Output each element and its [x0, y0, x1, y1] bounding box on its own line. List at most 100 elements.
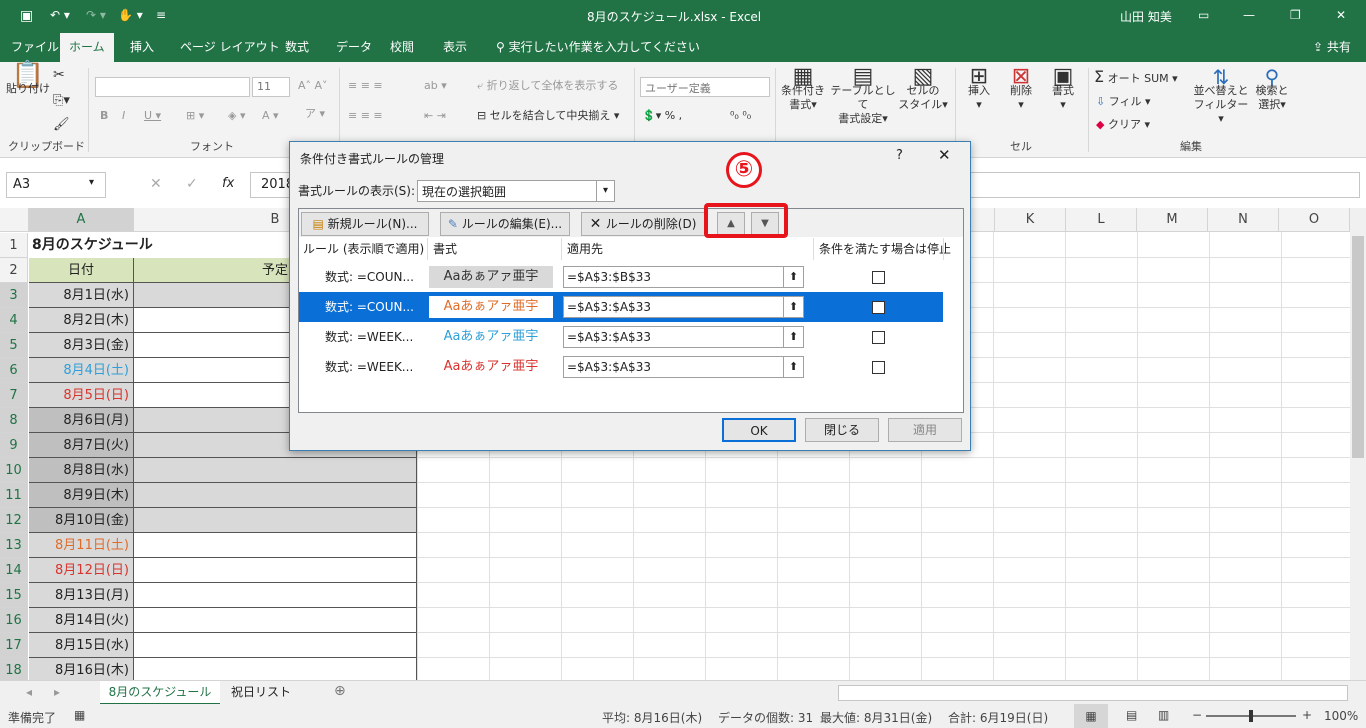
indent-icons[interactable]: ⇤ ⇥: [424, 109, 446, 123]
collapse-dialog-icon[interactable]: ⬆: [783, 357, 803, 377]
decimal-icons[interactable]: ⁰₀ ⁰₀: [730, 109, 751, 123]
date-cell[interactable]: 8月8日(水): [29, 458, 134, 483]
scroll-tabs-right-icon[interactable]: ▸: [54, 685, 60, 699]
orientation-icon[interactable]: ab ▾: [424, 79, 447, 93]
tell-me-search[interactable]: ⚲ 実行したい作業を入力してください: [487, 33, 709, 62]
fill-color-icon[interactable]: ◈ ▾: [228, 109, 245, 123]
format-painter-icon[interactable]: 🖌: [53, 118, 70, 132]
rule-row-2-selected[interactable]: 数式: =COUN... Aaあぁアァ亜宇 =$A$3:$A$33 ⬆: [299, 292, 943, 322]
zoom-slider-thumb[interactable]: [1249, 710, 1253, 722]
user-name[interactable]: 山田 知美: [1120, 8, 1172, 25]
font-grow-shrink-icons[interactable]: A˄ A˅: [298, 79, 328, 93]
wrap-text-button[interactable]: ⤶ 折り返して全体を表示する: [477, 79, 618, 93]
tab-insert[interactable]: 挿入: [121, 33, 163, 62]
row-header[interactable]: 10: [0, 458, 28, 483]
select-all-corner[interactable]: [0, 208, 29, 232]
row-header[interactable]: 13: [0, 533, 28, 558]
rule-row-4[interactable]: 数式: =WEEK... Aaあぁアァ亜宇 =$A$3:$A$33 ⬆: [299, 352, 943, 382]
fill-button[interactable]: ⇩ フィル ▾: [1096, 95, 1151, 109]
sheet-title-cell[interactable]: 8月のスケジュール: [32, 233, 153, 258]
phonetic-icon[interactable]: ア ▾: [305, 107, 325, 121]
zoom-level[interactable]: 100%: [1324, 709, 1358, 723]
plan-cell[interactable]: [134, 483, 417, 508]
row-header[interactable]: 7: [0, 383, 28, 408]
date-cell[interactable]: 8月11日(土): [29, 533, 134, 558]
date-cell[interactable]: 8月4日(土): [29, 358, 134, 383]
rule-applies-to-input[interactable]: =$A$3:$A$33 ⬆: [563, 326, 804, 348]
format-as-table-button[interactable]: ▤ テーブルとして 書式設定▾: [830, 66, 896, 126]
collapse-dialog-icon[interactable]: ⬆: [783, 327, 803, 347]
border-icon[interactable]: ⊞ ▾: [186, 109, 204, 123]
column-header-l[interactable]: L: [1066, 208, 1137, 232]
close-button[interactable]: 閉じる: [805, 418, 879, 442]
plan-cell[interactable]: [134, 608, 417, 633]
row-header[interactable]: 8: [0, 408, 28, 433]
format-cells-button[interactable]: ▣ 書式 ▾: [1044, 66, 1082, 112]
macro-record-icon[interactable]: ▦: [74, 708, 85, 722]
date-cell[interactable]: 8月13日(月): [29, 583, 134, 608]
cut-icon[interactable]: ✂: [53, 68, 65, 82]
new-rule-button[interactable]: ▤ 新規ルール(N)...: [301, 212, 429, 236]
name-box-dropdown-icon[interactable]: ▾: [89, 177, 94, 188]
share-button[interactable]: ⇪ 共有: [1304, 33, 1360, 62]
column-header-o[interactable]: O: [1279, 208, 1350, 232]
row-header[interactable]: 14: [0, 558, 28, 583]
plan-cell[interactable]: [134, 583, 417, 608]
date-cell[interactable]: 8月3日(金): [29, 333, 134, 358]
font-color-icon[interactable]: A ▾: [262, 109, 279, 123]
edit-rule-button[interactable]: ✎ ルールの編集(E)...: [440, 212, 570, 236]
date-cell[interactable]: 8月1日(水): [29, 283, 134, 308]
date-cell[interactable]: 8月12日(日): [29, 558, 134, 583]
tab-home[interactable]: ホーム: [60, 33, 114, 62]
undo-icon[interactable]: ↶ ▾: [50, 8, 70, 22]
row-header[interactable]: 2: [0, 258, 28, 283]
delete-rule-button[interactable]: ✕ ルールの削除(D): [581, 212, 705, 236]
row-header[interactable]: 5: [0, 333, 28, 358]
rule-row-1[interactable]: 数式: =COUN... Aaあぁアァ亜宇 =$A$3:$B$33 ⬆: [299, 262, 943, 292]
date-cell[interactable]: 8月2日(木): [29, 308, 134, 333]
tab-file[interactable]: ファイル: [2, 33, 68, 62]
scroll-tabs-left-icon[interactable]: ◂: [26, 685, 32, 699]
tab-formulas[interactable]: 数式: [276, 33, 318, 62]
underline-button[interactable]: U ▾: [144, 109, 161, 123]
stop-if-true-checkbox[interactable]: [872, 361, 885, 374]
font-name-combo[interactable]: [95, 77, 250, 97]
rule-applies-to-input[interactable]: =$A$3:$A$33 ⬆: [563, 356, 804, 378]
align-top-icons[interactable]: ≡ ≡ ≡: [348, 79, 383, 93]
page-break-view-icon[interactable]: ▥: [1158, 708, 1169, 722]
row-header[interactable]: 16: [0, 608, 28, 633]
insert-function-icon[interactable]: fx: [222, 176, 234, 191]
minimize-icon[interactable]: —: [1243, 8, 1255, 22]
bold-button[interactable]: B: [100, 109, 108, 123]
cell-styles-button[interactable]: ▧ セルの スタイル▾: [898, 66, 948, 112]
plan-cell[interactable]: [134, 633, 417, 658]
conditional-format-button[interactable]: ▦ 条件付き 書式▾: [778, 66, 828, 112]
date-cell[interactable]: 8月7日(火): [29, 433, 134, 458]
row-header[interactable]: 6: [0, 358, 28, 383]
rule-row-3[interactable]: 数式: =WEEK... Aaあぁアァ亜宇 =$A$3:$A$33 ⬆: [299, 322, 943, 352]
row-header[interactable]: 17: [0, 633, 28, 658]
save-icon[interactable]: ▣: [20, 8, 33, 24]
row-header[interactable]: 12: [0, 508, 28, 533]
normal-view-icon[interactable]: ▦: [1074, 704, 1108, 728]
tab-page-layout[interactable]: ページ レイアウト: [171, 33, 289, 62]
column-header-n[interactable]: N: [1208, 208, 1279, 232]
rule-applies-to-input[interactable]: =$A$3:$B$33 ⬆: [563, 266, 804, 288]
date-header-cell[interactable]: 日付: [29, 258, 134, 283]
autosum-button[interactable]: Σ オート SUM ▾: [1094, 69, 1178, 86]
plan-cell[interactable]: [134, 508, 417, 533]
sheet-tab-holidays[interactable]: 祝日リスト: [228, 681, 294, 705]
find-select-button[interactable]: ⚲ 検索と 選択▾: [1252, 67, 1292, 112]
stop-if-true-checkbox[interactable]: [872, 271, 885, 284]
customize-qat-icon[interactable]: ≡: [156, 8, 166, 22]
confirm-entry-icon[interactable]: ✓: [186, 176, 198, 192]
tab-data[interactable]: データ: [327, 33, 381, 62]
plan-cell[interactable]: [134, 558, 417, 583]
copy-icon[interactable]: ⎘▾: [53, 94, 70, 108]
clear-button[interactable]: ◆ クリア ▾: [1096, 118, 1150, 132]
date-cell[interactable]: 8月6日(月): [29, 408, 134, 433]
row-header[interactable]: 9: [0, 433, 28, 458]
row-header[interactable]: 4: [0, 308, 28, 333]
insert-cells-button[interactable]: ⊞ 挿入 ▾: [960, 66, 998, 112]
number-format-combo[interactable]: ユーザー定義: [640, 77, 770, 97]
